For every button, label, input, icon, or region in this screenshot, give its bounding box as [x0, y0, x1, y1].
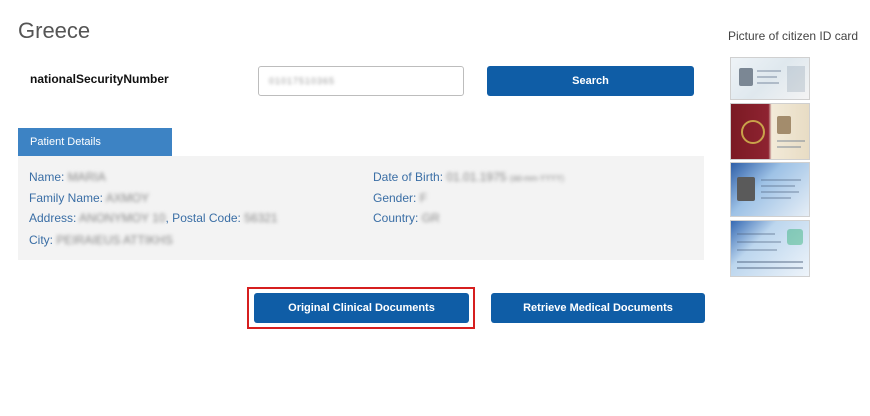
family-name-label: Family Name: [29, 191, 104, 205]
national-security-number-label: nationalSecurityNumber [30, 72, 169, 86]
gender-field: Gender: F [373, 191, 427, 205]
name-value: MARIA [67, 170, 106, 184]
id-card-image-3 [730, 162, 810, 217]
national-security-number-value: 01017510365 [269, 76, 336, 86]
page-title: Greece [18, 18, 91, 43]
city-value: PEIRAIEUS ATTIKHS [56, 233, 173, 247]
name-label: Name: [29, 170, 65, 184]
date-of-birth-value: 01.01.1975 [446, 170, 507, 184]
address-value: ANONYMOY 10 [79, 211, 166, 225]
date-of-birth-format: (dd-mm-YYYY) [509, 174, 565, 183]
family-name-value: AXMOY [105, 191, 150, 205]
tab-patient-details[interactable]: Patient Details [18, 128, 172, 156]
id-card-image-2 [730, 103, 810, 160]
id-card-title: Picture of citizen ID card [728, 29, 859, 43]
date-of-birth-label: Date of Birth: [373, 170, 444, 184]
city-label: City: [29, 233, 53, 247]
national-security-number-input[interactable]: 01017510365 [258, 66, 464, 96]
original-clinical-documents-button[interactable]: Original Clinical Documents [254, 293, 469, 323]
gender-value: F [419, 191, 428, 205]
family-name-field: Family Name: AXMOY [29, 191, 149, 205]
gender-label: Gender: [373, 191, 417, 205]
address-field: Address: ANONYMOY 10, Postal Code: 56321 [29, 211, 278, 225]
name-field: Name: MARIA [29, 170, 106, 184]
country-field: Country: GR [373, 211, 440, 225]
country-value: GR [421, 211, 440, 225]
postal-code-value: 56321 [244, 211, 278, 225]
address-label: Address: [29, 211, 77, 225]
country-label: Country: [373, 211, 419, 225]
postal-code-label: , Postal Code: [165, 211, 241, 225]
search-button[interactable]: Search [487, 66, 694, 96]
date-of-birth-field: Date of Birth: 01.01.1975 (dd-mm-YYYY) [373, 170, 564, 184]
patient-details-panel: Name: MARIA Family Name: AXMOY Address: … [18, 156, 704, 260]
id-card-image-1 [730, 57, 810, 100]
retrieve-medical-documents-button[interactable]: Retrieve Medical Documents [491, 293, 705, 323]
id-card-image-4 [730, 220, 810, 277]
city-field: City: PEIRAIEUS ATTIKHS [29, 233, 173, 247]
